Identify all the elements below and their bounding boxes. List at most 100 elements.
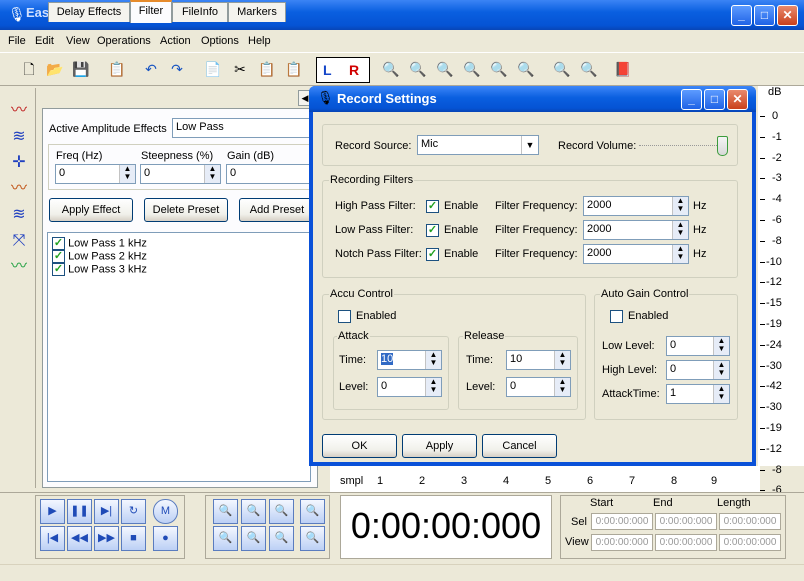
menu-action[interactable]: Action: [160, 35, 191, 47]
tab-markers[interactable]: Markers: [228, 2, 286, 22]
paste-new-icon[interactable]: 📋: [283, 58, 305, 80]
menu-operations[interactable]: Operations: [97, 35, 151, 47]
high-pass-spinner[interactable]: ▲ ▼: [672, 197, 688, 215]
apply-button[interactable]: Apply: [402, 434, 477, 458]
sel-end-field[interactable]: 0:00:00:000: [655, 513, 717, 530]
zoom-vertical-out-h-icon[interactable]: 🔍: [300, 526, 325, 551]
open-folder-icon[interactable]: 📂: [44, 58, 66, 80]
attack-time-agc-spinner[interactable]: ▲ ▼: [713, 385, 729, 403]
preset-checkbox[interactable]: ✓: [52, 250, 65, 263]
zoom-selection-icon[interactable]: 🔍: [488, 58, 510, 80]
normalize-icon[interactable]: 〰: [6, 256, 32, 278]
chevron-down-icon[interactable]: ▼: [521, 136, 538, 154]
waveform-red-icon[interactable]: 〰: [6, 100, 32, 122]
record-source-select[interactable]: Mic ▼: [417, 135, 539, 155]
dialog-minimize-button[interactable]: _: [681, 89, 702, 110]
undo-icon[interactable]: ↶: [140, 58, 162, 80]
notch-pass-enable-checkbox[interactable]: ✓: [426, 248, 439, 261]
paste-icon[interactable]: 📋: [256, 58, 278, 80]
zoom-vertical-in-icon[interactable]: 🔍: [551, 58, 573, 80]
notch-pass-spinner[interactable]: ▲ ▼: [672, 245, 688, 263]
close-button[interactable]: ✕: [777, 5, 798, 26]
zoom-page-h-icon[interactable]: 🔍: [269, 499, 294, 524]
attack-time-spinner[interactable]: ▲ ▼: [425, 351, 441, 369]
release-time-spinner[interactable]: ▲ ▼: [554, 351, 570, 369]
zoom-vertical-icon[interactable]: 🔍: [300, 499, 325, 524]
high-level-spinner[interactable]: ▲ ▼: [713, 361, 729, 379]
low-level-spinner[interactable]: ▲ ▼: [713, 337, 729, 355]
apply-effect-button[interactable]: Apply Effect: [49, 198, 133, 222]
sel-length-field[interactable]: 0:00:00:000: [719, 513, 781, 530]
play-selection-icon[interactable]: ▶|: [94, 499, 119, 524]
active-effects-select[interactable]: Low Pass: [172, 118, 312, 138]
pause-icon[interactable]: ❚❚: [67, 499, 92, 524]
view-end-field[interactable]: 0:00:00:000: [655, 534, 717, 551]
steepness-input[interactable]: 0 ▲ ▼: [140, 164, 221, 184]
play-icon[interactable]: ▶: [40, 499, 65, 524]
list-item[interactable]: ✓ Low Pass 2 kHz: [52, 250, 147, 263]
release-level-spinner[interactable]: ▲ ▼: [554, 378, 570, 396]
tab-filter[interactable]: Filter: [130, 0, 172, 23]
list-item[interactable]: ✓ Low Pass 1 kHz: [52, 237, 147, 250]
low-pass-spinner[interactable]: ▲ ▼: [672, 221, 688, 239]
low-pass-freq-input[interactable]: 2000 ▲ ▼: [583, 220, 689, 240]
zoom-in-icon[interactable]: 🔍: [380, 58, 402, 80]
freq-spinner[interactable]: ▲ ▼: [119, 165, 135, 183]
zoom-out-h-icon[interactable]: 🔍: [241, 499, 266, 524]
menu-file[interactable]: File: [8, 35, 26, 47]
record-icon[interactable]: ●: [153, 526, 178, 551]
loop-icon[interactable]: ↻: [121, 499, 146, 524]
zoom-fit-icon[interactable]: 🔍: [515, 58, 537, 80]
list-item[interactable]: ✓ Low Pass 3 kHz: [52, 263, 147, 276]
zoom-in-h-icon[interactable]: 🔍: [213, 499, 238, 524]
dialog-maximize-button[interactable]: □: [704, 89, 725, 110]
stop-icon[interactable]: ■: [121, 526, 146, 551]
menu-options[interactable]: Options: [201, 35, 239, 47]
cancel-button[interactable]: Cancel: [482, 434, 557, 458]
attack-level-input[interactable]: 0 ▲ ▼: [377, 377, 442, 397]
zoom-page-icon[interactable]: 🔍: [434, 58, 456, 80]
maximize-button[interactable]: □: [754, 5, 775, 26]
accu-enabled-checkbox[interactable]: [338, 310, 351, 323]
low-level-input[interactable]: 0 ▲ ▼: [666, 336, 730, 356]
zoom-full-h-icon[interactable]: 🔍: [269, 526, 294, 551]
steepness-spinner[interactable]: ▲ ▼: [204, 165, 220, 183]
rewind-icon[interactable]: ◀◀: [67, 526, 92, 551]
marker-icon[interactable]: M: [153, 499, 178, 524]
save-icon[interactable]: 💾: [70, 58, 92, 80]
view-length-field[interactable]: 0:00:00:000: [719, 534, 781, 551]
properties-icon[interactable]: 📋: [106, 58, 128, 80]
amplify-icon[interactable]: 〰: [6, 178, 32, 200]
insert-silence-icon[interactable]: ✛: [6, 152, 32, 174]
redo-icon[interactable]: ↷: [166, 58, 188, 80]
right-channel-button[interactable]: R: [349, 62, 359, 78]
fast-forward-icon[interactable]: ▶▶: [94, 526, 119, 551]
high-pass-enable-checkbox[interactable]: ✓: [426, 200, 439, 213]
tab-delay-effects[interactable]: Delay Effects: [48, 2, 130, 22]
release-time-input[interactable]: 10 ▲ ▼: [506, 350, 571, 370]
high-level-input[interactable]: 0 ▲ ▼: [666, 360, 730, 380]
ok-button[interactable]: OK: [322, 434, 397, 458]
menu-view[interactable]: View: [66, 35, 90, 47]
new-file-icon[interactable]: 🗋: [18, 58, 40, 80]
view-start-field[interactable]: 0:00:00:000: [591, 534, 653, 551]
zoom-full-icon[interactable]: 🔍: [461, 58, 483, 80]
agc-enabled-checkbox[interactable]: [610, 310, 623, 323]
menu-edit[interactable]: Edit: [35, 35, 54, 47]
freq-input[interactable]: 0 ▲ ▼: [55, 164, 136, 184]
book-icon[interactable]: 📕: [612, 58, 634, 80]
dialog-close-button[interactable]: ✕: [727, 89, 748, 110]
minimize-button[interactable]: _: [731, 5, 752, 26]
low-pass-enable-checkbox[interactable]: ✓: [426, 224, 439, 237]
fade-icon[interactable]: ≋: [6, 204, 32, 226]
attack-level-spinner[interactable]: ▲ ▼: [425, 378, 441, 396]
attack-time-agc-input[interactable]: 1 ▲ ▼: [666, 384, 730, 404]
notch-pass-freq-input[interactable]: 2000 ▲ ▼: [583, 244, 689, 264]
high-pass-freq-input[interactable]: 2000 ▲ ▼: [583, 196, 689, 216]
waveform-blue-icon[interactable]: ≋: [6, 126, 32, 148]
volume-slider[interactable]: [716, 136, 728, 156]
add-preset-button[interactable]: Add Preset: [239, 198, 315, 222]
go-start-icon[interactable]: |◀: [40, 526, 65, 551]
preset-checkbox[interactable]: ✓: [52, 237, 65, 250]
cut-icon[interactable]: ✂: [229, 58, 251, 80]
